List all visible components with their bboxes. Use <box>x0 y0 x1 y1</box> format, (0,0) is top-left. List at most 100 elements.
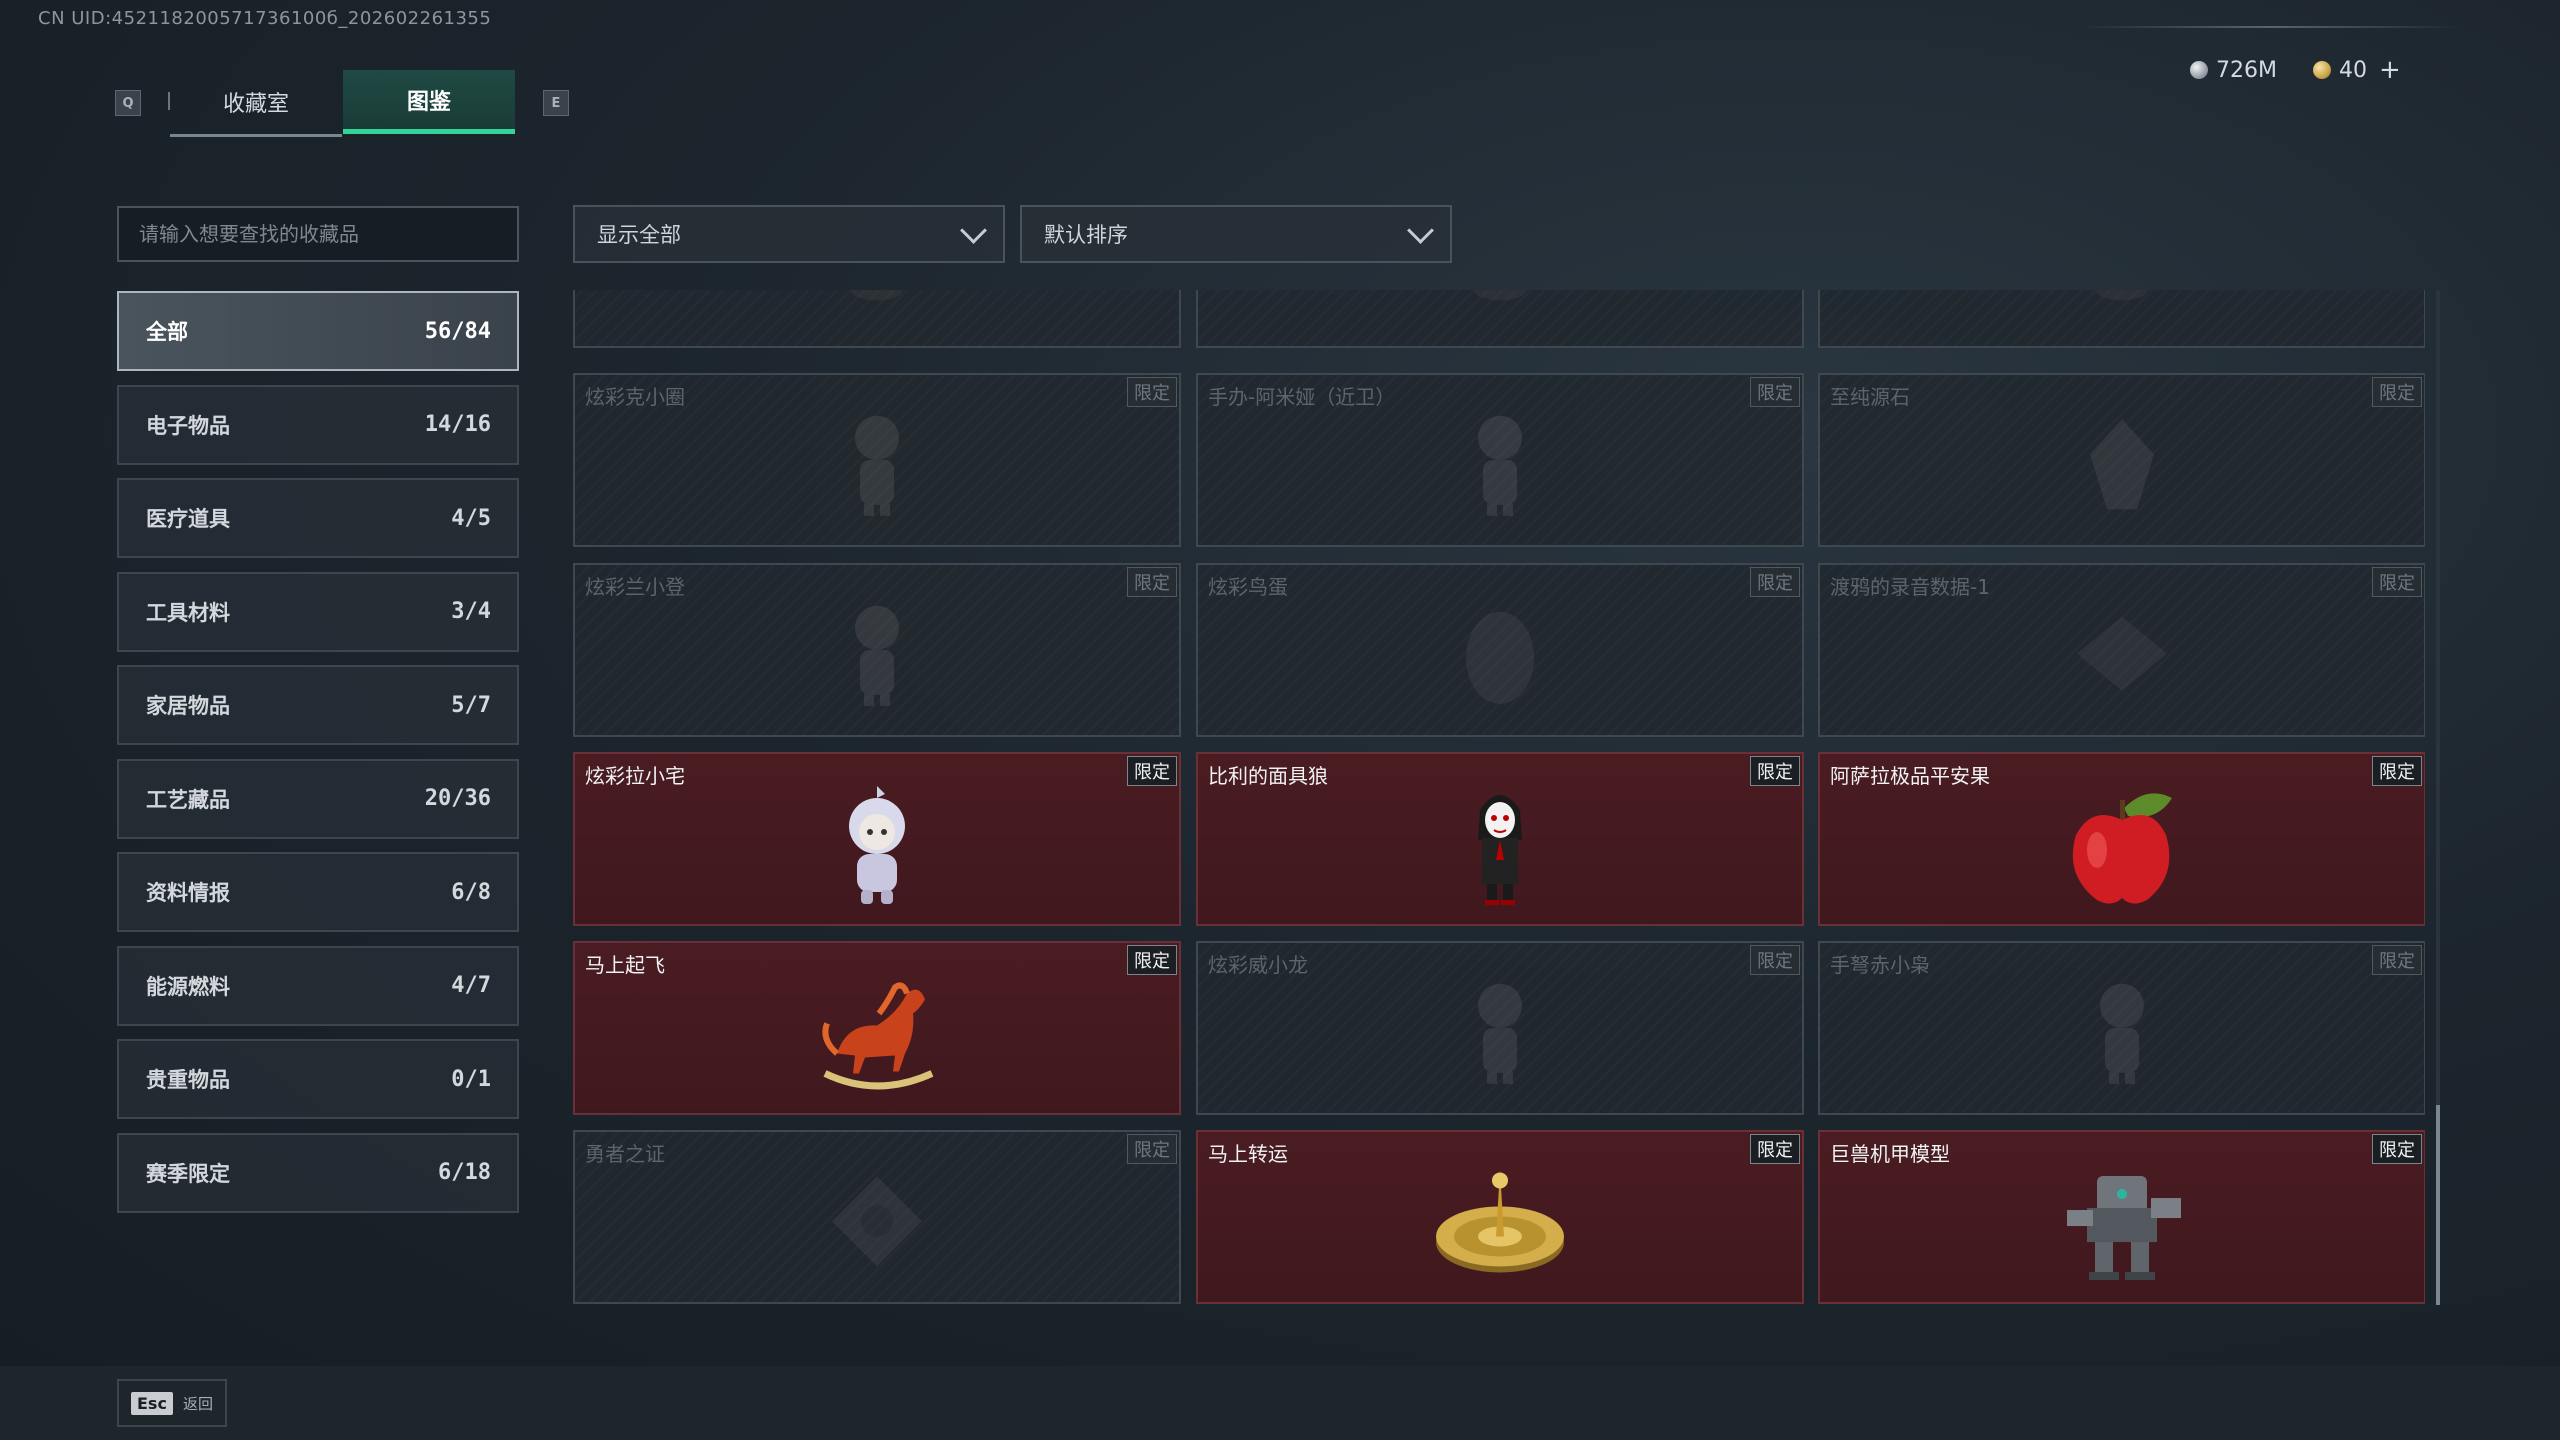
collection-card[interactable] <box>573 290 1181 348</box>
category-item[interactable]: 家居物品 5/7 <box>117 665 519 745</box>
collection-card[interactable]: 至纯源石 限定 <box>1818 373 2425 547</box>
prev-tab-key[interactable]: Q <box>115 90 141 116</box>
collection-card[interactable]: 阿萨拉极品平安果 限定 <box>1818 752 2425 926</box>
collection-card[interactable]: 渡鸦的录音数据-1 限定 <box>1818 563 2425 737</box>
limited-badge: 限定 <box>1750 567 1800 597</box>
figurine-icon <box>1465 978 1535 1092</box>
silver-amount: 726M <box>2216 57 2277 83</box>
card-name: 比利的面具狼 <box>1208 764 1328 788</box>
card-name: 炫彩威小龙 <box>1208 953 1308 977</box>
card-name: 炫彩兰小登 <box>585 575 685 599</box>
category-item[interactable]: 资料情报 6/8 <box>117 852 519 932</box>
card-name: 渡鸦的录音数据-1 <box>1830 575 1990 599</box>
category-item[interactable]: 全部 56/84 <box>117 291 519 371</box>
egg-icon <box>1460 600 1540 714</box>
chevron-down-icon <box>960 216 987 244</box>
category-count: 0/1 <box>451 1066 491 1092</box>
card-name: 阿萨拉极品平安果 <box>1830 764 1990 788</box>
silver-coin-icon <box>2190 61 2208 79</box>
category-label: 工具材料 <box>146 600 230 625</box>
category-item[interactable]: 赛季限定 6/18 <box>117 1132 519 1213</box>
sort-dropdown-value: 默认排序 <box>1044 223 1128 247</box>
gold-coin-icon <box>2313 61 2331 79</box>
collection-card[interactable] <box>1818 290 2425 348</box>
category-count: 5/7 <box>451 692 491 718</box>
card-name: 勇者之证 <box>585 1142 665 1166</box>
limited-badge: 限定 <box>1750 377 1800 407</box>
category-label: 医疗道具 <box>146 507 230 531</box>
category-count: 3/4 <box>451 599 491 624</box>
figurine-icon <box>2087 978 2157 1092</box>
collection-card[interactable]: 比利的面具狼 限定 <box>1196 752 1804 926</box>
limited-badge: 限定 <box>1127 1134 1177 1164</box>
scrollbar-thumb[interactable] <box>2436 1105 2440 1305</box>
silver-currency: 726M <box>2190 56 2277 84</box>
category-item[interactable]: 电子物品 14/16 <box>117 384 519 465</box>
partial-item-icon <box>2092 290 2152 309</box>
top-decoration-line <box>2080 26 2460 28</box>
collection-card[interactable]: 炫彩兰小登 限定 <box>573 563 1181 737</box>
next-tab-key[interactable]: E <box>543 90 569 116</box>
collection-card[interactable]: 勇者之证 限定 <box>573 1130 1181 1304</box>
red-apple-icon <box>2062 780 2182 914</box>
card-name: 巨兽机甲模型 <box>1830 1142 1950 1166</box>
figurine-icon <box>1465 410 1535 524</box>
rocking-horse-icon <box>807 973 947 1097</box>
category-item[interactable]: 医疗道具 4/5 <box>117 478 519 558</box>
card-name: 炫彩克小圈 <box>585 385 685 409</box>
collection-card[interactable]: 炫彩克小圈 限定 <box>573 373 1181 547</box>
card-name: 马上起飞 <box>585 953 665 977</box>
category-count: 6/8 <box>451 879 491 905</box>
category-count: 4/7 <box>451 973 491 998</box>
tab-codex[interactable]: 图鉴 <box>343 70 515 134</box>
search-input[interactable] <box>117 206 519 262</box>
collection-card[interactable]: 巨兽机甲模型 限定 <box>1818 1130 2425 1304</box>
category-item[interactable]: 工艺藏品 20/36 <box>117 758 519 839</box>
back-button[interactable]: Esc 返回 <box>117 1379 227 1427</box>
tab-collection-room[interactable]: 收藏室 <box>170 70 342 137</box>
filter-dropdown[interactable]: 显示全部 <box>573 205 1005 263</box>
collection-card[interactable]: 马上起飞 限定 <box>573 941 1181 1115</box>
limited-badge: 限定 <box>1750 756 1800 786</box>
category-item[interactable]: 贵重物品 0/1 <box>117 1039 519 1119</box>
collection-card[interactable] <box>1196 290 1804 348</box>
collection-card[interactable]: 手弩赤小枭 限定 <box>1818 941 2425 1115</box>
category-label: 工艺藏品 <box>146 787 230 812</box>
gold-amount: 40 <box>2339 57 2367 83</box>
category-count: 14/16 <box>424 412 491 437</box>
figurine-icon <box>842 410 912 524</box>
limited-badge: 限定 <box>2372 377 2422 407</box>
limited-badge: 限定 <box>2372 567 2422 597</box>
limited-badge: 限定 <box>2372 1134 2422 1164</box>
collection-card[interactable]: 炫彩鸟蛋 限定 <box>1196 563 1804 737</box>
collection-card[interactable]: 炫彩拉小宅 限定 <box>573 752 1181 926</box>
crystal-icon <box>2082 414 2162 518</box>
chevron-down-icon <box>1407 216 1434 244</box>
gold-currency: 40 + <box>2313 55 2401 85</box>
category-item[interactable]: 能源燃料 4/7 <box>117 945 519 1026</box>
limited-badge: 限定 <box>1127 377 1177 407</box>
data-chip-icon <box>2067 609 2177 703</box>
limited-badge: 限定 <box>2372 945 2422 975</box>
collection-card[interactable]: 炫彩威小龙 限定 <box>1196 941 1804 1115</box>
card-name: 手弩赤小枭 <box>1830 953 1930 977</box>
sort-dropdown[interactable]: 默认排序 <box>1020 205 1452 263</box>
category-item[interactable]: 工具材料 3/4 <box>117 571 519 652</box>
category-count: 56/84 <box>424 318 491 344</box>
collection-card[interactable]: 手办-阿米娅（近卫） 限定 <box>1196 373 1804 547</box>
partial-item-icon <box>847 290 907 309</box>
card-name: 手办-阿米娅（近卫） <box>1208 385 1396 409</box>
category-label: 全部 <box>146 320 188 344</box>
partial-item-icon <box>1470 290 1530 309</box>
category-label: 家居物品 <box>146 694 230 718</box>
card-name: 至纯源石 <box>1830 385 1910 409</box>
category-count: 6/18 <box>438 1160 491 1185</box>
collection-card[interactable]: 马上转运 限定 <box>1196 1130 1804 1304</box>
card-name: 马上转运 <box>1208 1142 1288 1166</box>
add-currency-button[interactable]: + <box>2379 55 2401 85</box>
collection-grid: 炫彩克小圈 限定 手办-阿米娅（近卫） 限定 至纯源石 限定 炫彩兰小登 限定 炫彩鸟蛋 限定 渡鸦… <box>573 290 2425 1304</box>
back-label: 返回 <box>182 1394 213 1413</box>
category-label: 能源燃料 <box>146 974 230 999</box>
category-label: 赛季限定 <box>146 1161 230 1186</box>
gold-compass-icon <box>1430 1162 1570 1286</box>
